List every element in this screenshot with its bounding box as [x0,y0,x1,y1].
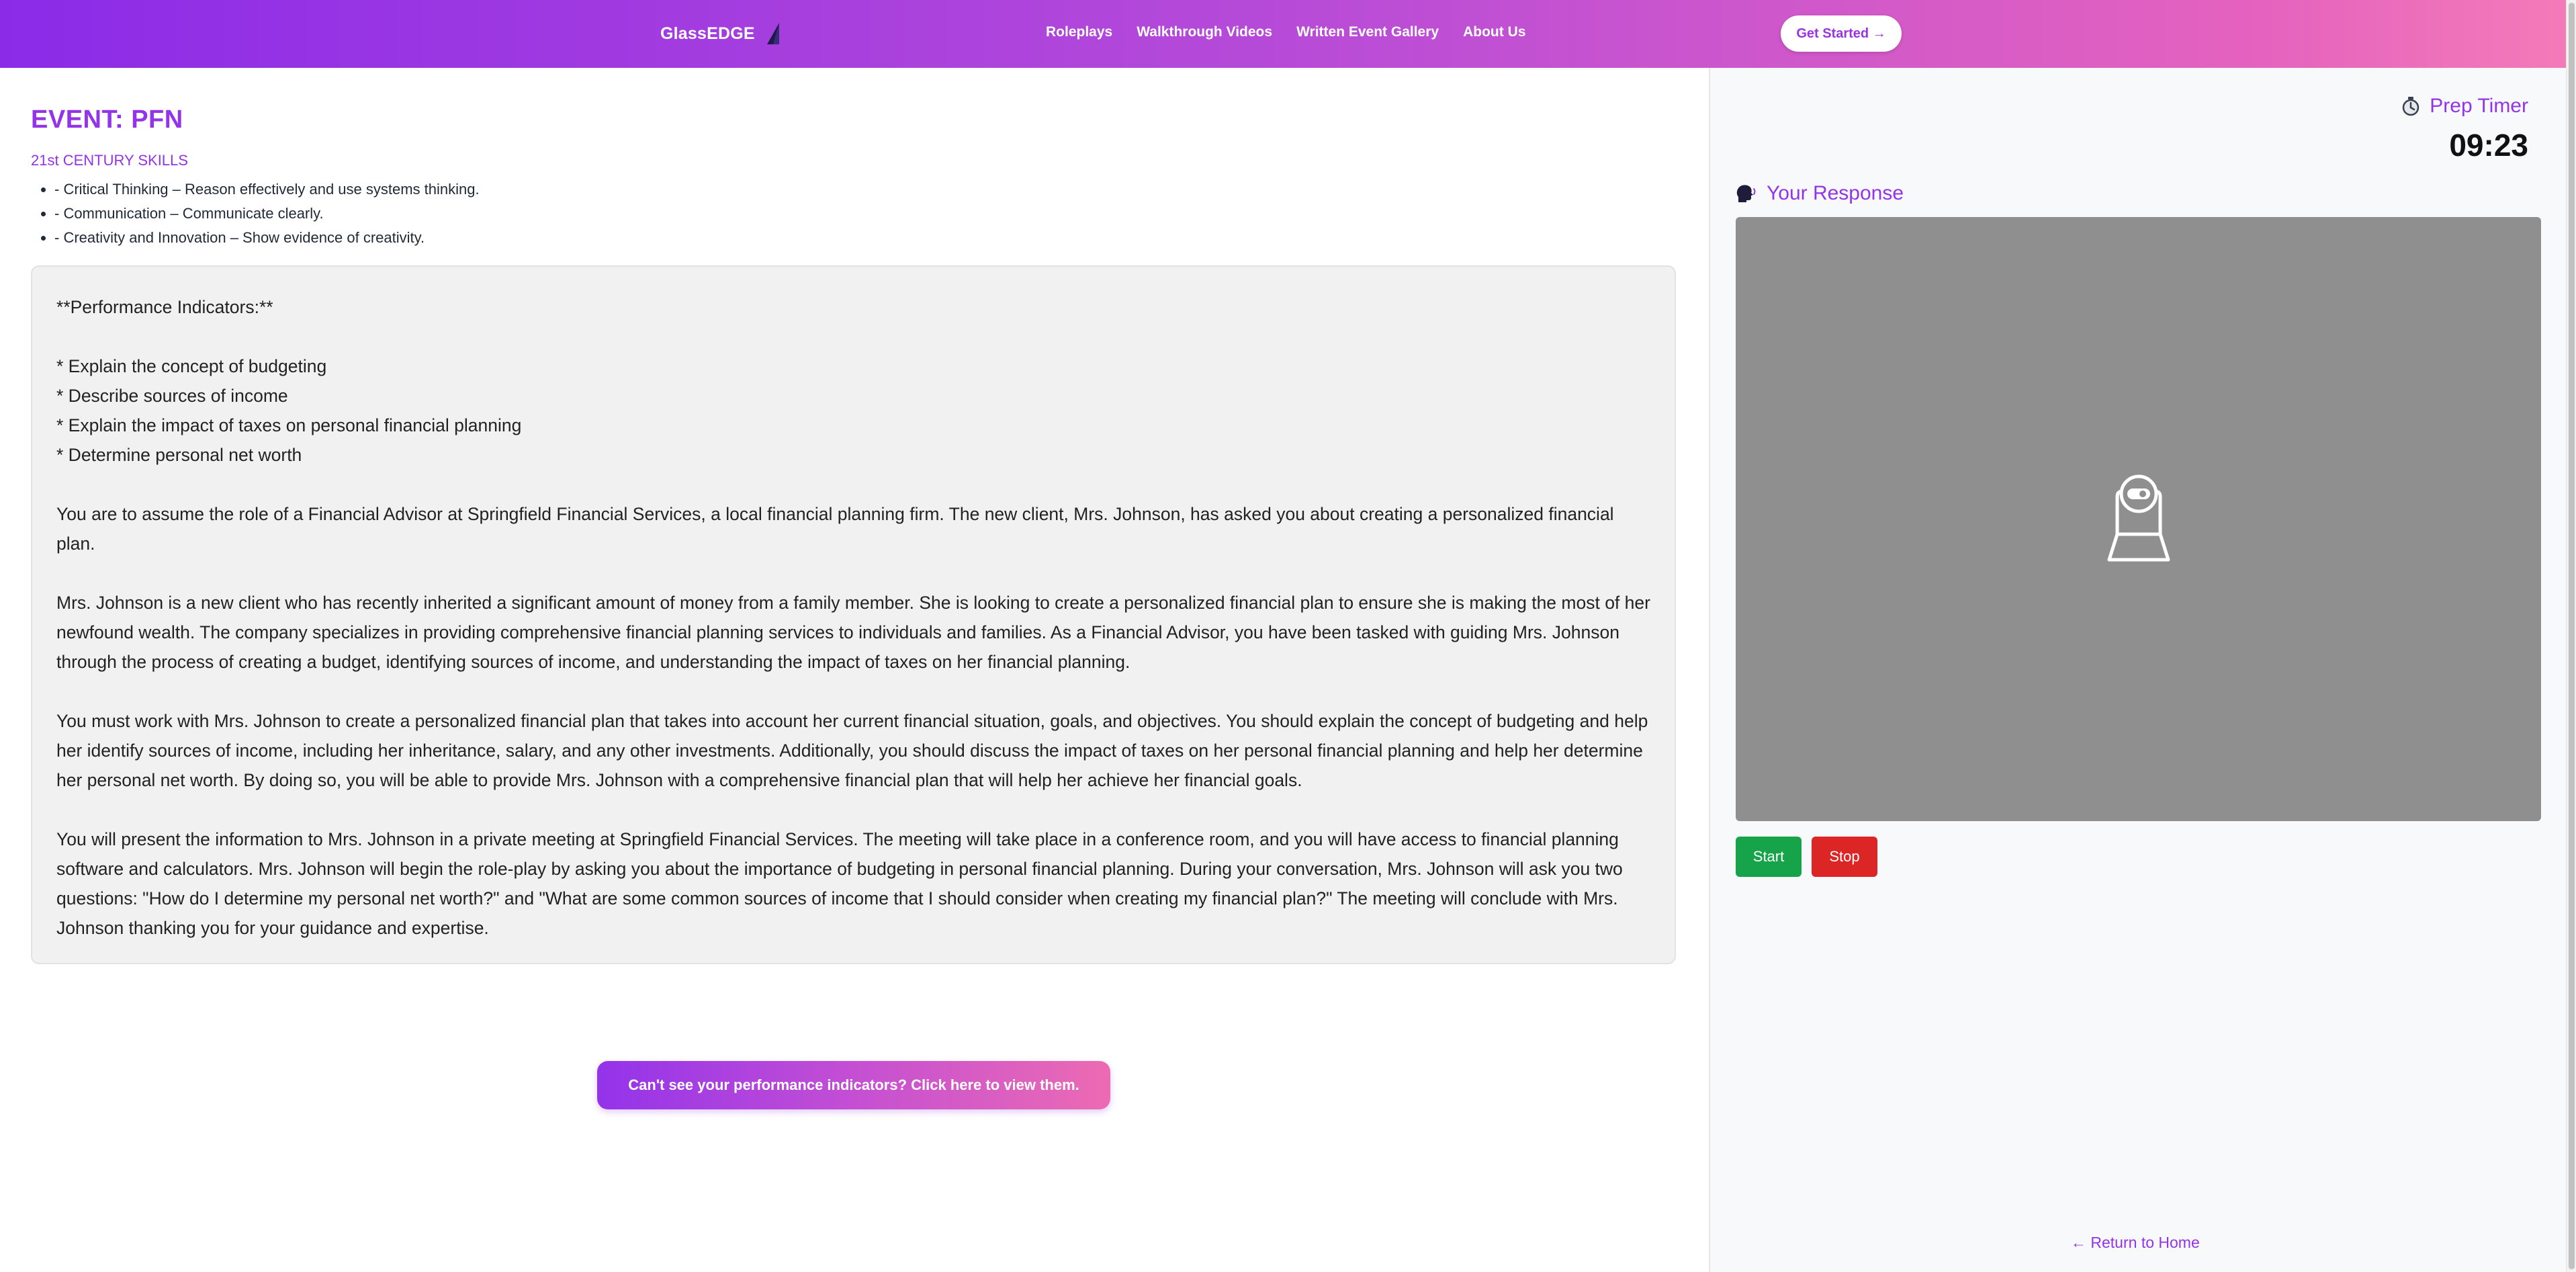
performance-indicator-item: * Determine personal net worth [56,445,302,465]
stop-button[interactable]: Stop [1812,837,1877,877]
scrollbar-thumb[interactable] [2569,3,2575,1269]
main-content: EVENT: PFN 21st CENTURY SKILLS - Critica… [0,68,1709,1272]
view-performance-indicators-button[interactable]: Can't see your performance indicators? C… [597,1061,1110,1109]
skill-item: - Communication – Communicate clearly. [54,202,480,226]
return-home-link[interactable]: ← Return to Home [2071,1234,2200,1252]
performance-indicator-item: * Describe sources of income [56,386,288,406]
speaking-head-icon [1736,185,1756,202]
brand[interactable]: GlassEDGE [660,20,781,47]
performance-indicator-item: * Explain the impact of taxes on persona… [56,415,522,435]
page-scrollbar[interactable] [2566,0,2576,1272]
skills-heading: 21st CENTURY SKILLS [31,152,188,169]
brand-name[interactable]: GlassEDGE [660,24,755,44]
your-response-text: Your Response [1767,182,1904,204]
skill-item: - Critical Thinking – Reason effectively… [54,177,480,202]
top-navbar: GlassEDGE Roleplays Walkthrough Videos W… [0,0,2576,68]
stopwatch-icon [2403,97,2419,116]
nav-link-about-us[interactable]: About Us [1463,24,1525,40]
performance-indicators-header: **Performance Indicators:** [56,297,273,317]
scenario-paragraph: Mrs. Johnson is a new client who has rec… [56,593,1650,672]
video-preview[interactable] [1736,217,2541,821]
event-description-card: **Performance Indicators:** * Explain th… [31,265,1676,964]
skills-list: - Critical Thinking – Reason effectively… [31,177,480,250]
prep-timer-label: Prep Timer [2401,95,2528,118]
nav-link-walkthrough-videos[interactable]: Walkthrough Videos [1137,24,1272,40]
nav-link-roleplays[interactable]: Roleplays [1046,24,1112,40]
prep-timer-text: Prep Timer [2430,95,2528,117]
sail-logo-icon [766,23,779,44]
scenario-paragraph: You will present the information to Mrs.… [56,829,1623,938]
nav-links: Roleplays Walkthrough Videos Written Eve… [1046,24,1525,40]
your-response-label: Your Response [1736,182,1904,205]
performance-indicator-item: * Explain the concept of budgeting [56,356,327,376]
scenario-paragraph: You must work with Mrs. Johnson to creat… [56,711,1648,790]
event-title: EVENT: PFN [31,105,183,134]
webcam-icon [2107,474,2170,561]
nav-link-written-event-gallery[interactable]: Written Event Gallery [1296,24,1439,40]
get-started-button[interactable]: Get Started → [1781,15,1902,52]
scenario-paragraph: You are to assume the role of a Financia… [56,504,1614,554]
skill-item: - Creativity and Innovation – Show evide… [54,226,480,250]
start-button[interactable]: Start [1736,837,1802,877]
response-panel: Prep Timer 09:23 Your Response Start Sto… [1709,68,2566,1272]
prep-timer-value: 09:23 [2449,128,2528,163]
